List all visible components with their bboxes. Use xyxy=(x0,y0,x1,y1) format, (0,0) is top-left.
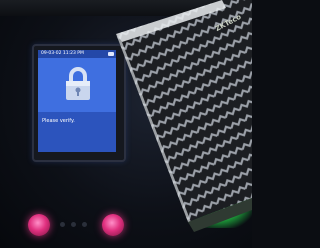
access-card: ZKTeco xyxy=(0,0,252,248)
card-graphic xyxy=(116,0,252,232)
